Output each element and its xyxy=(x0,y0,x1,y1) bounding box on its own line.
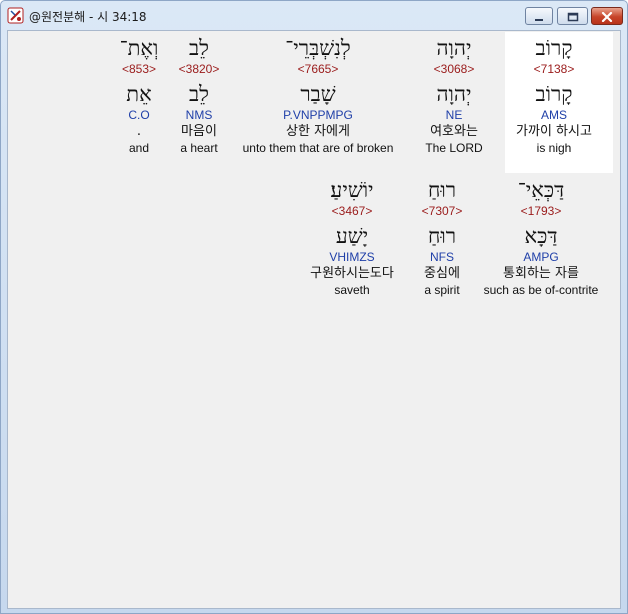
korean-gloss: 통회하는 자를 xyxy=(503,266,579,281)
close-button[interactable] xyxy=(591,7,623,25)
hebrew-lemma: דַּכָּא xyxy=(524,224,558,248)
hebrew-word: יוֹשִׁיעַ׃ xyxy=(330,178,374,202)
grammar-code: NMS xyxy=(185,108,213,122)
word-column[interactable]: יוֹשִׁיעַ׃ <3467> יָשַׁע VHIMZS 구원하시는도다 … xyxy=(310,177,394,298)
hebrew-lemma: שָׁבַר xyxy=(300,82,336,106)
maximize-icon xyxy=(567,7,579,26)
hebrew-lemma: לֵב xyxy=(189,82,209,106)
korean-gloss: 상한 자에게 xyxy=(286,124,350,139)
hebrew-lemma: יְהוָה xyxy=(436,82,472,106)
english-gloss: a heart xyxy=(180,141,218,155)
hebrew-word: קָרוֹב xyxy=(535,36,573,60)
korean-gloss: . xyxy=(136,124,142,139)
close-icon xyxy=(601,7,613,26)
strong-number[interactable]: <7307> xyxy=(422,203,463,219)
english-gloss: such as be of-contrite xyxy=(483,283,599,297)
grammar-code: NE xyxy=(445,108,463,122)
app-window: @원전분해 - 시 34:18 קָרוֹב <7138> קָרוֹב AMS… xyxy=(0,0,628,614)
strong-number[interactable]: <7665> xyxy=(243,61,394,77)
strong-number[interactable]: <1793> xyxy=(484,203,599,219)
word-column[interactable]: וְאֶת־ <853> אֵת C.O . and xyxy=(120,35,159,156)
grammar-code: NFS xyxy=(430,250,454,264)
resize-grip[interactable] xyxy=(621,607,627,613)
word-column[interactable]: דַּכְּאֵי־ <1793> דַּכָּא AMPG 통회하는 자를 s… xyxy=(484,177,599,298)
grammar-code: C.O xyxy=(128,108,150,122)
word-column[interactable]: רוּחַ <7307> רוּחַ NFS 중심에 a spirit xyxy=(422,177,463,298)
english-gloss: is nigh xyxy=(536,141,572,155)
korean-gloss: 가까이 하시고 xyxy=(516,124,592,139)
grammar-code: AMPG xyxy=(523,250,559,264)
hebrew-lemma: אֵת xyxy=(126,82,152,106)
korean-gloss: 구원하시는도다 xyxy=(310,266,394,281)
korean-gloss: 여호와는 xyxy=(430,124,478,139)
grammar-code: AMS xyxy=(540,108,567,122)
hebrew-lemma: קָרוֹב xyxy=(535,82,573,106)
hebrew-word: יְהוָה xyxy=(436,36,472,60)
window-title: @원전분해 - 시 34:18 xyxy=(29,10,147,24)
strong-number[interactable]: <853> xyxy=(120,61,159,77)
minimize-icon xyxy=(533,7,545,26)
english-gloss: and xyxy=(128,141,150,155)
english-gloss: saveth xyxy=(334,283,370,297)
strong-number[interactable]: <3467> xyxy=(310,203,394,219)
hebrew-word: לְנִשְׁבְּרֵי־ xyxy=(285,36,351,60)
word-column[interactable]: לֵב <3820> לֵב NMS 마음이 a heart xyxy=(179,35,220,156)
hebrew-word: רוּחַ xyxy=(427,178,457,202)
grammar-code: P.VNPPMPG xyxy=(283,108,353,122)
word-column[interactable]: לְנִשְׁבְּרֵי־ <7665> שָׁבַר P.VNPPMPG 상… xyxy=(243,35,394,156)
word-column[interactable]: קָרוֹב <7138> קָרוֹב AMS 가까이 하시고 is nigh xyxy=(516,35,592,156)
word-column[interactable]: יְהוָה <3068> יְהוָה NE 여호와는 The LORD xyxy=(425,35,482,156)
strong-number[interactable]: <7138> xyxy=(516,61,592,77)
english-gloss: The LORD xyxy=(425,141,483,155)
maximize-button[interactable] xyxy=(557,7,588,25)
hebrew-lemma: רוּחַ xyxy=(427,224,457,248)
hebrew-word: דַּכְּאֵי־ xyxy=(517,178,565,202)
english-gloss: a spirit xyxy=(424,283,460,297)
korean-gloss: 마음이 xyxy=(181,124,217,139)
minimize-button[interactable] xyxy=(525,7,553,25)
korean-gloss: 중심에 xyxy=(424,266,460,281)
strong-number[interactable]: <3820> xyxy=(179,61,220,77)
hebrew-lemma: יָשַׁע xyxy=(335,224,369,248)
title-bar[interactable]: @원전분해 - 시 34:18 xyxy=(1,1,627,30)
verse-analysis-panel[interactable]: קָרוֹב <7138> קָרוֹב AMS 가까이 하시고 is nigh… xyxy=(7,30,621,609)
hebrew-word: וְאֶת־ xyxy=(119,36,159,60)
english-gloss: unto them that are of broken xyxy=(242,141,394,155)
grammar-code: VHIMZS xyxy=(329,250,375,264)
hebrew-word: לֵב xyxy=(189,36,209,60)
app-logo-icon xyxy=(7,7,24,24)
strong-number[interactable]: <3068> xyxy=(425,61,482,77)
